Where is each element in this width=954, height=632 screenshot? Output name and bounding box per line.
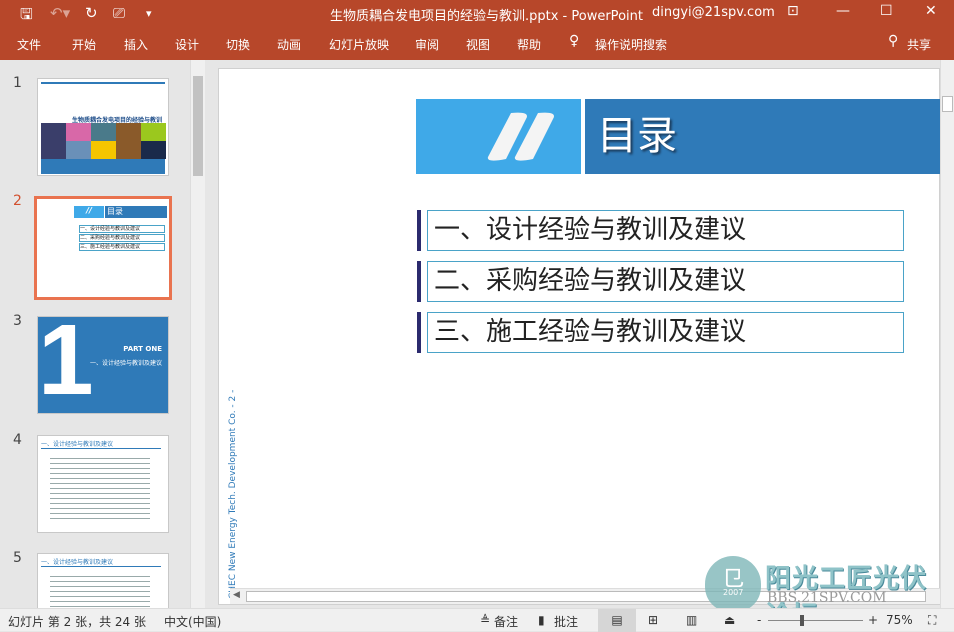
notes-icon: ≜	[480, 613, 491, 627]
undo-icon[interactable]: ↶▾	[50, 4, 70, 22]
slide-number: 4	[13, 432, 22, 448]
slideshow-icon[interactable]: ⏏	[724, 613, 735, 627]
reading-view-icon[interactable]: ▥	[686, 613, 697, 627]
toc-item-text: 二、采购经验与教训及建议	[427, 261, 904, 302]
slide-number: 5	[13, 550, 22, 566]
tab-home[interactable]: 开始	[72, 36, 96, 53]
toc-item-3[interactable]: 三、施工经验与教训及建议	[417, 312, 904, 353]
zoom-slider[interactable]	[768, 615, 863, 626]
minimize-icon[interactable]: —	[836, 3, 850, 19]
slide-thumbnail-4[interactable]: 一、设计经验与教训及建议	[37, 435, 169, 533]
watermark-logo-icon: 㔾 2007	[705, 556, 761, 612]
zoom-out-button[interactable]: -	[757, 613, 761, 627]
slide-canvas[interactable]: 目录 一、设计经验与教训及建议 二、采购经验与教训及建议 三、施工经验与教训及建…	[218, 68, 941, 605]
zoom-in-button[interactable]: +	[868, 613, 878, 627]
slide-title: 目录	[585, 99, 941, 174]
document-title: 生物质耦合发电项目的经验与教训.pptx - PowerPoint	[330, 9, 643, 24]
toc-item-text: 三、施工经验与教训及建议	[427, 312, 904, 353]
slide-number: 1	[13, 75, 22, 91]
slide-info: 幻灯片 第 2 张，共 24 张	[8, 615, 146, 629]
customize-icon[interactable]: ▾	[146, 7, 152, 20]
slide-footer: CHEC New Energy Tech. Development Co. - …	[228, 389, 238, 599]
tab-design[interactable]: 设计	[175, 36, 199, 53]
logo-box	[416, 99, 581, 174]
ribbon-display-icon[interactable]: ⊡	[787, 3, 799, 19]
tab-transitions[interactable]: 切换	[226, 36, 250, 53]
ribbon-tabs: 文件 开始 插入 设计 切换 动画 幻灯片放映 审阅 视图 帮助 ♀ 操作说明搜…	[0, 27, 954, 60]
zoom-slider-thumb[interactable]	[800, 615, 804, 626]
zoom-level[interactable]: 75%	[886, 613, 913, 627]
tell-me-search[interactable]: 操作说明搜索	[595, 36, 667, 53]
tab-help[interactable]: 帮助	[517, 36, 541, 53]
slide-thumbnail-1[interactable]: 生物质耦合发电项目的经验与教训	[37, 78, 169, 176]
thumb-item: 一、设计经验与教训及建议	[79, 225, 165, 233]
thumbnail-scrollbar[interactable]	[190, 60, 205, 608]
tab-file[interactable]: 文件	[17, 36, 41, 53]
redo-icon[interactable]: ↻	[85, 4, 98, 22]
share-button[interactable]: 共享	[907, 36, 931, 53]
company-logo-icon	[487, 112, 554, 161]
thumb-heading: 一、设计经验与教训及建议	[41, 439, 161, 449]
tab-review[interactable]: 审阅	[415, 36, 439, 53]
maximize-icon[interactable]: ☐	[880, 3, 893, 19]
slide-thumbnail-5[interactable]: 一、设计经验与教训及建议	[37, 553, 169, 608]
comment-icon: ▮	[538, 613, 545, 627]
user-account[interactable]: dingyi@21spv.com	[652, 5, 775, 20]
slide-scrollbar[interactable]	[940, 60, 954, 608]
tab-insert[interactable]: 插入	[124, 36, 148, 53]
lightbulb-icon: ♀	[569, 33, 580, 49]
slide-number: 3	[13, 313, 22, 329]
thumb-title: 目录	[105, 206, 167, 218]
slide-number: 2	[13, 193, 22, 209]
thumb-item: 二、采购经验与教训及建议	[79, 234, 165, 242]
present-icon[interactable]: ⎚	[113, 4, 125, 22]
tab-view[interactable]: 视图	[466, 36, 490, 53]
title-bar: 🖫 ↶▾ ↻ ⎚ ▾ 生物质耦合发电项目的经验与教训.pptx - PowerP…	[0, 0, 954, 27]
fit-to-window-icon[interactable]: ⛶	[928, 613, 936, 628]
language[interactable]: 中文(中国)	[164, 613, 221, 630]
person-icon: ⚲	[888, 33, 899, 49]
thumb-heading: 一、设计经验与教训及建议	[41, 557, 161, 567]
toc-item-2[interactable]: 二、采购经验与教训及建议	[417, 261, 904, 302]
normal-view-icon[interactable]: ▤	[598, 609, 636, 632]
close-icon[interactable]: ✕	[925, 3, 937, 19]
slide-sorter-icon[interactable]: ⊞	[648, 613, 658, 627]
slide-thumbnail-2-selected[interactable]: // 目录 一、设计经验与教训及建议 二、采购经验与教训及建议 三、施工经验与教…	[34, 196, 172, 300]
tab-slideshow[interactable]: 幻灯片放映	[329, 36, 389, 53]
thumb-subtitle: 一、设计经验与教训及建议	[89, 360, 162, 367]
watermark: 㔾2007 阳光工匠光伏论坛 BBS.21SPV.COM	[705, 556, 950, 631]
comments-button[interactable]: 批注	[554, 613, 578, 630]
watermark-url: BBS.21SPV.COM	[767, 590, 887, 606]
save-icon[interactable]: 🖫	[20, 4, 33, 29]
thumb-part: PART ONE	[123, 345, 162, 353]
toc-item-text: 一、设计经验与教训及建议	[427, 210, 904, 251]
slide-thumbnail-3[interactable]: 1 PART ONE 一、设计经验与教训及建议	[37, 316, 169, 414]
tab-animations[interactable]: 动画	[277, 36, 301, 53]
thumbnail-pane: 1 生物质耦合发电项目的经验与教训 2 // 目录 一、设计经验与教训及建议 二…	[0, 60, 190, 608]
status-bar: 幻灯片 第 2 张，共 24 张 中文(中国) ≜ 备注 ▮ 批注 ▤ ⊞ ▥ …	[0, 608, 954, 632]
toc-item-1[interactable]: 一、设计经验与教训及建议	[417, 210, 904, 251]
thumb-item: 三、施工经验与教训及建议	[79, 243, 165, 251]
notes-button[interactable]: 备注	[494, 613, 518, 630]
